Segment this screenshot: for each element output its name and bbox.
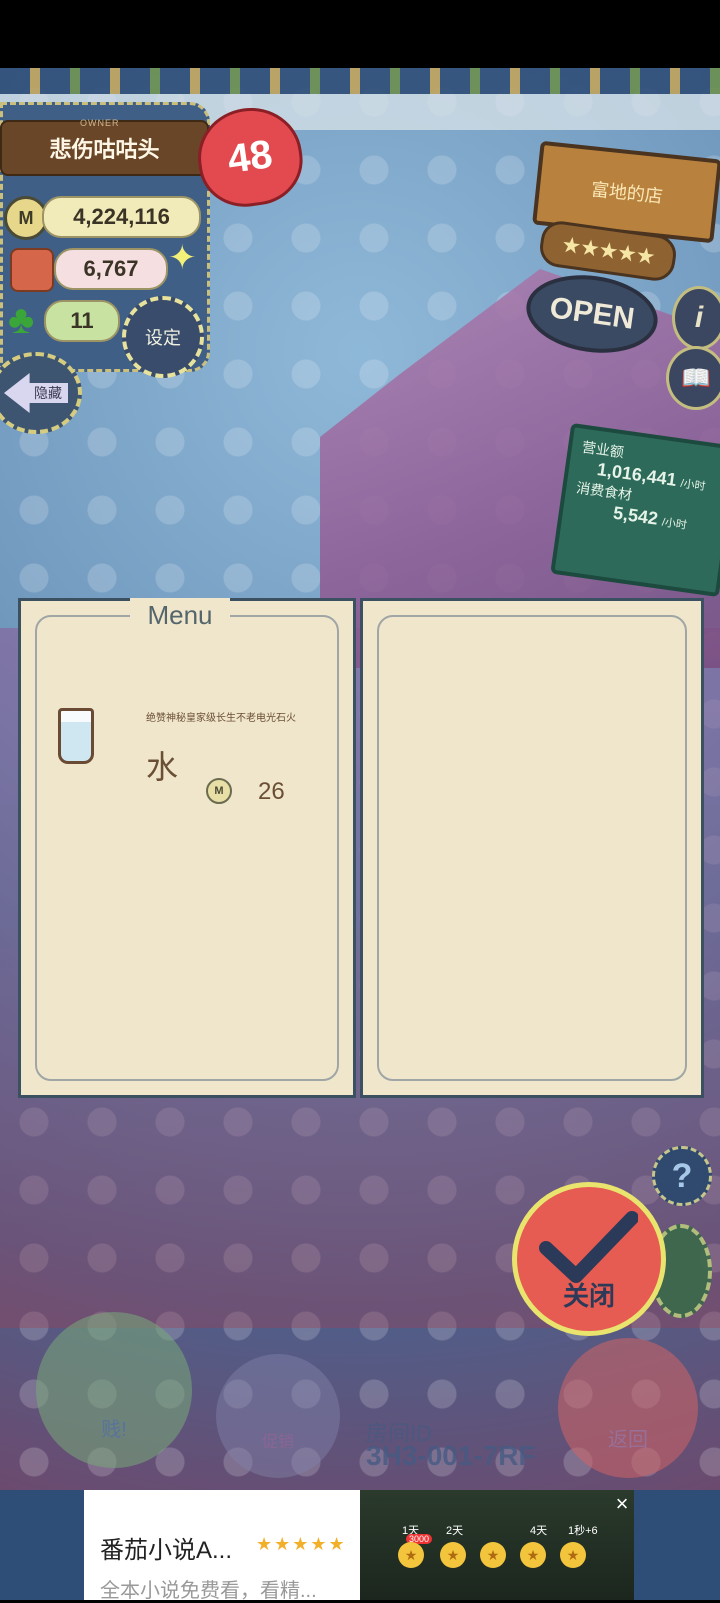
info-button[interactable]: i bbox=[672, 286, 720, 350]
hide-label: 隐藏 bbox=[34, 385, 62, 401]
ad-coin-icon: ★ bbox=[520, 1542, 546, 1568]
food-cost-unit: /小时 bbox=[661, 516, 688, 532]
owner-label: OWNER bbox=[80, 118, 120, 128]
ad-day-label: 2天 bbox=[446, 1525, 464, 1537]
food-value: 6,767 bbox=[83, 256, 139, 281]
owner-name: 悲伤咕咕头 bbox=[49, 137, 160, 162]
page-frame bbox=[35, 615, 339, 1081]
food-counter: 6,767 bbox=[54, 248, 168, 290]
price-coin-icon: M bbox=[206, 778, 232, 804]
shop-name: 富地的店 bbox=[590, 179, 664, 207]
page-frame bbox=[377, 615, 687, 1081]
left-arrow-icon: 隐藏 bbox=[4, 373, 68, 413]
water-glass-icon[interactable] bbox=[58, 708, 94, 764]
bunting-decoration bbox=[0, 68, 720, 94]
help-icon: ? bbox=[671, 1156, 693, 1195]
money-value: 4,224,116 bbox=[73, 204, 170, 229]
clover-value: 11 bbox=[70, 308, 94, 333]
menu-item-description: 绝赞神秘皇家级长生不老电光石火 bbox=[146, 713, 296, 724]
ad-close-icon[interactable]: × bbox=[610, 1492, 634, 1516]
tips-label: 贱! bbox=[101, 1419, 127, 1441]
tips-button[interactable]: 贱! bbox=[36, 1312, 192, 1468]
menu-page-left bbox=[18, 598, 356, 1098]
settings-button[interactable]: 设定 bbox=[122, 296, 204, 378]
owner-name-sign: 悲伤咕咕头 bbox=[0, 120, 209, 176]
status-bar bbox=[0, 0, 720, 68]
book-icon: 📖 bbox=[681, 364, 711, 392]
return-label: 返回 bbox=[608, 1429, 648, 1451]
ad-day-label: 4天 bbox=[530, 1525, 548, 1537]
info-icon: i bbox=[694, 301, 704, 334]
ad-coin-icon: ★ bbox=[480, 1542, 506, 1568]
settings-label: 设定 bbox=[145, 328, 181, 348]
checkmark-icon bbox=[539, 1211, 638, 1283]
clover-icon: ♣ bbox=[8, 298, 35, 342]
ad-coin-icon: ★ bbox=[560, 1542, 586, 1568]
money-counter: 4,224,116 bbox=[42, 196, 201, 238]
food-basket-icon bbox=[10, 248, 54, 292]
menu-title: Menu bbox=[130, 598, 230, 632]
ad-rating-stars: ★★★★★ bbox=[256, 1534, 347, 1554]
menu-item-price: 26 bbox=[258, 778, 285, 805]
ad-title[interactable]: 番茄小说A... bbox=[100, 1530, 232, 1565]
ad-day-label: 1秒+6 bbox=[568, 1525, 598, 1537]
clover-counter: 11 bbox=[44, 300, 120, 342]
promo-button[interactable]: 促销 bbox=[216, 1354, 340, 1478]
book-button[interactable]: 📖 bbox=[666, 346, 720, 410]
rating-stars-icon: ★★★★★ bbox=[559, 231, 657, 270]
income-unit: /小时 bbox=[679, 477, 707, 494]
sparkle-icon: ✦ bbox=[168, 239, 197, 277]
ad-coin-icon: ★ bbox=[398, 1542, 424, 1568]
help-button[interactable]: ? bbox=[652, 1146, 712, 1206]
ad-subtitle: 全本小说免费看，看精... bbox=[100, 1580, 317, 1602]
return-button[interactable]: 返回 bbox=[558, 1338, 698, 1478]
menu-item-name[interactable]: 水 bbox=[146, 742, 178, 788]
level-value: 48 bbox=[224, 131, 276, 182]
open-label: OPEN bbox=[547, 291, 637, 336]
menu-page-right bbox=[360, 598, 704, 1098]
revenue-board: 营业额 1,016,441 /小时 消费食材 5,542 /小时 bbox=[550, 422, 720, 598]
room-id-value: 3H3-001-7RF bbox=[366, 1440, 536, 1471]
ad-coin-icon: ★ bbox=[440, 1542, 466, 1568]
promo-label: 促销 bbox=[261, 1434, 294, 1451]
